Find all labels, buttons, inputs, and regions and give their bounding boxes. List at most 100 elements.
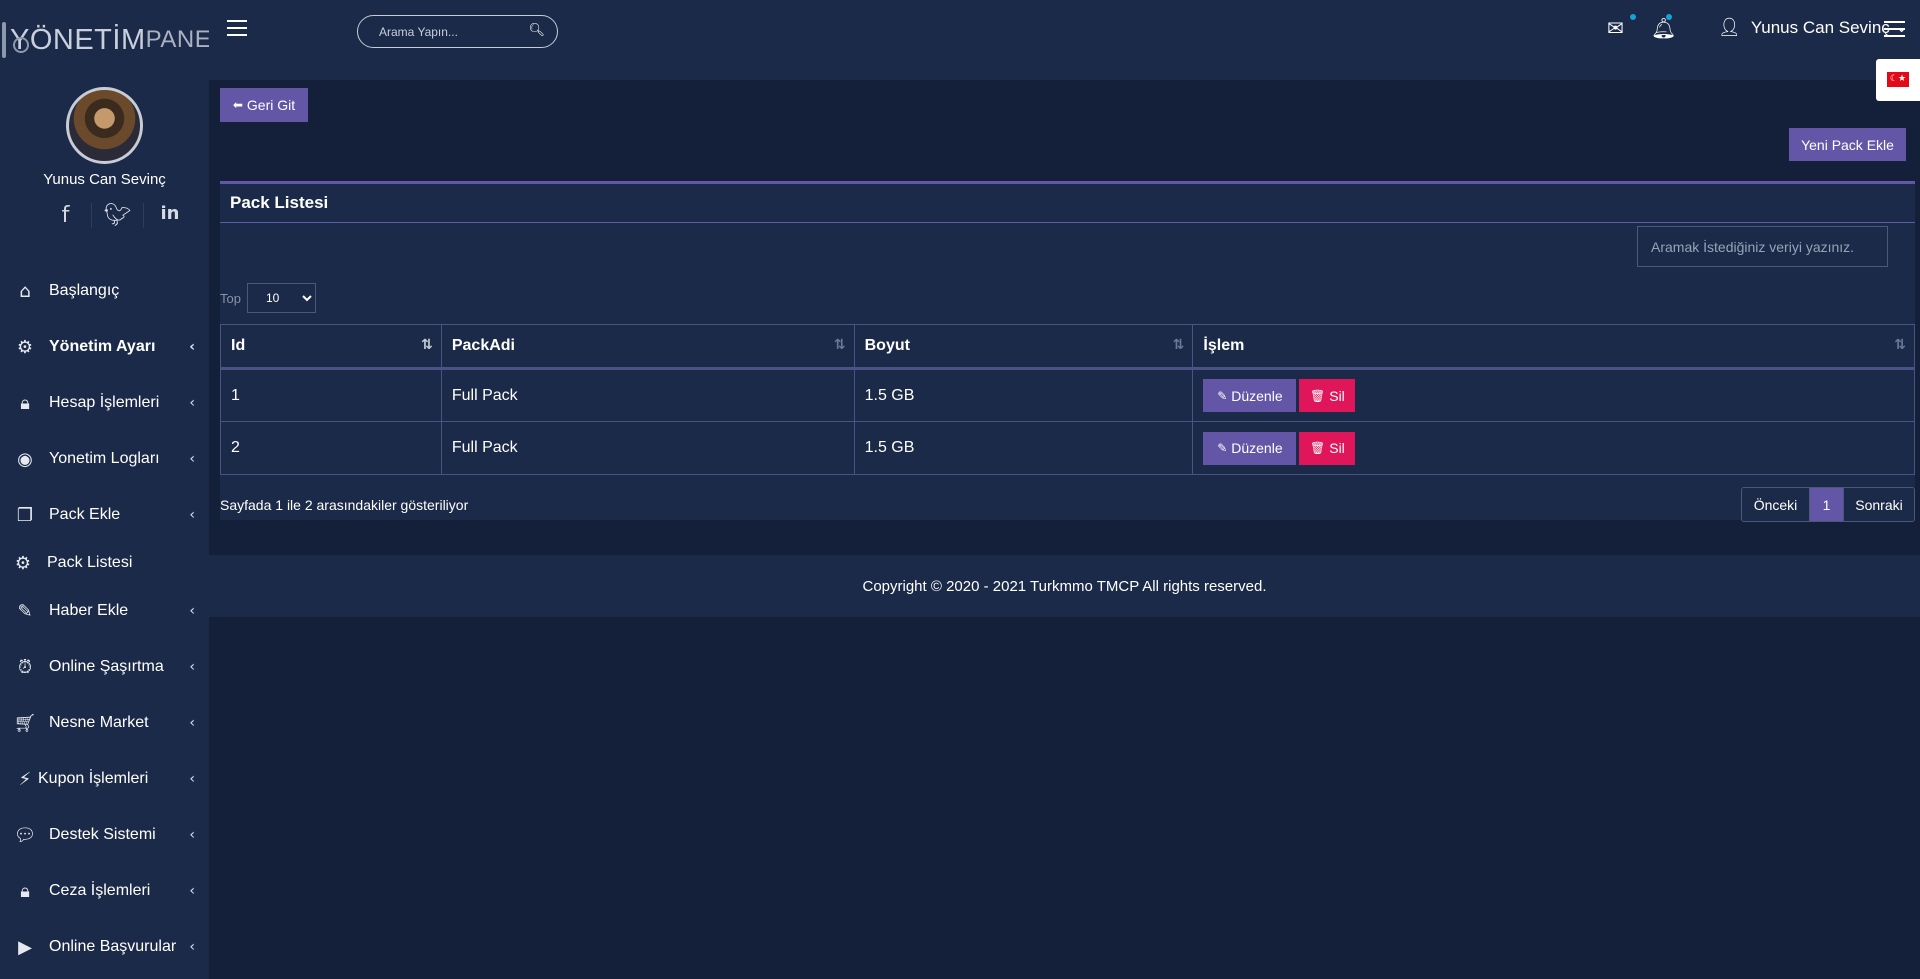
table-header-row: Id ⇅ PackAdi ⇅ Boyut ⇅ İşlem ⇅ (220, 324, 1915, 370)
linkedin-icon[interactable]: in (144, 203, 196, 228)
cell-boyut: 1.5 GB (854, 368, 1194, 422)
sidebar-item-label: Online Başvurular (49, 938, 177, 955)
top-header: 🔍︎ ✉ 🔔︎ 👤︎ Yunus Can Sevinç ⌄ (209, 0, 1920, 80)
language-selector[interactable]: ☾★ (1876, 59, 1920, 101)
table-filter-input[interactable] (1637, 226, 1888, 267)
back-button[interactable]: ⬅ Geri Git (220, 88, 308, 122)
menu-icon[interactable] (1884, 21, 1905, 42)
sidebar-item-haber-ekle[interactable]: ✎ Haber Ekle ‹ (0, 583, 209, 639)
cell-boyut: 1.5 GB (854, 421, 1194, 475)
sidebar-item-nesne-market[interactable]: 🛒︎ Nesne Market ‹ (0, 695, 209, 751)
bell-notification-dot (1666, 14, 1672, 20)
youtube-icon: ▶ (18, 936, 32, 958)
sidebar-item-pack-listesi[interactable]: ⚙ Pack Listesi (0, 543, 209, 583)
pagination-prev[interactable]: Önceki (1742, 488, 1810, 521)
sidebar-item-label: Hesap İşlemleri (49, 394, 160, 411)
back-button-label: Geri Git (246, 97, 296, 113)
sidebar-item-yonetim-ayari[interactable]: ⚙ Yönetim Ayarı ‹ (0, 319, 209, 375)
sidebar-user-name: Yunus Can Sevinç (43, 171, 166, 188)
chevron-left-icon: ‹ (189, 603, 195, 619)
sidebar-item-label: Haber Ekle (49, 602, 129, 619)
facebook-icon[interactable]: f (40, 203, 92, 228)
cell-id: 1 (220, 368, 442, 422)
new-pack-button[interactable]: Yeni Pack Ekle (1789, 128, 1906, 161)
pack-list-panel: Pack Listesi Top 10 Id⇅ PackAdi⇅ Boyut⇅ … (220, 181, 1915, 522)
sidebar-item-kupon-islemleri[interactable]: ⚡︎ Kupon İşlemleri ‹ (0, 751, 209, 807)
eye-icon: ◉ (17, 448, 33, 470)
cell-packadi: Full Pack (441, 421, 855, 475)
chevron-left-icon: ‹ (189, 339, 195, 355)
chevron-left-icon: ‹ (189, 715, 195, 731)
sidebar-item-label: Pack Ekle (49, 506, 121, 523)
logo-text-bold: YÖNETİM (10, 23, 146, 56)
gear-icon: ⚙ (16, 336, 34, 358)
sidebar-item-online-sasirtma[interactable]: ⏰︎ Online Şaşırtma ‹ (0, 639, 209, 695)
delete-button[interactable]: 🗑︎ Sil (1299, 379, 1356, 412)
sidebar-item-yonetim-loglari[interactable]: ◉ Yonetim Logları ‹ (0, 431, 209, 487)
chevron-left-icon: ‹ (189, 771, 195, 787)
chevron-left-icon: ‹ (189, 827, 195, 843)
twitter-icon[interactable]: 🐦︎ (92, 203, 144, 228)
sidebar-toggle-icon[interactable] (227, 20, 247, 41)
page-size-select[interactable]: 10 (247, 283, 316, 313)
app-logo[interactable]: YÖNETİM PANELİ (0, 0, 232, 80)
edit-button[interactable]: ✎ Düzenle (1203, 379, 1297, 412)
social-links: f 🐦︎ in (40, 203, 196, 228)
sort-asc-icon: ⇅ (421, 337, 433, 353)
copyright-text: Copyright © 2020 - 2021 Turkmmo TMCP All… (862, 577, 1267, 595)
turkish-flag-icon: ☾★ (1887, 72, 1909, 87)
table-row: 1 Full Pack 1.5 GB ✎ Düzenle 🗑︎ Sil (220, 368, 1915, 422)
table-info: Sayfada 1 ile 2 arasındakiler gösteriliy… (220, 497, 469, 513)
column-header-boyut[interactable]: Boyut ⇅ (854, 324, 1194, 370)
edit-button[interactable]: ✎ Düzenle (1203, 431, 1297, 465)
bell-icon[interactable]: 🔔︎ (1651, 16, 1676, 40)
sidebar-item-baslangic[interactable]: ⌂ Başlangıç (0, 263, 209, 319)
sidebar-item-ceza-islemleri[interactable]: 🔒︎ Ceza İşlemleri ‹ (0, 863, 209, 919)
sort-icon: ⇅ (1172, 337, 1185, 353)
sidebar-menu: ⌂ Başlangıç ⚙ Yönetim Ayarı ‹ 🔒︎ Hesap İ… (0, 263, 209, 975)
sidebar-item-label: Yönetim Ayarı (49, 338, 156, 355)
sidebar-item-hesap-islemleri[interactable]: 🔒︎ Hesap İşlemleri ‹ (0, 375, 209, 431)
arrow-left-circle-icon: ⬅ (232, 98, 243, 112)
cell-packadi: Full Pack (441, 368, 855, 422)
edit-icon: ✎ (1217, 441, 1228, 455)
footer: Copyright © 2020 - 2021 Turkmmo TMCP All… (209, 555, 1920, 617)
pagination: Önceki 1 Sonraki (1741, 487, 1915, 522)
column-header-id[interactable]: Id ⇅ (220, 324, 442, 370)
edit-icon: ✎ (1217, 388, 1228, 403)
sidebar-item-label: Kupon İşlemleri (38, 770, 149, 787)
mail-notification-dot (1630, 14, 1636, 20)
pagination-next[interactable]: Sonraki (1843, 488, 1914, 521)
column-header-packadi[interactable]: PackAdi ⇅ (441, 324, 855, 370)
column-header-islem[interactable]: İşlem ⇅ (1192, 324, 1915, 370)
header-user-name: Yunus Can Sevinç (1750, 17, 1890, 37)
chevron-left-icon: ‹ (189, 939, 195, 955)
logo-icon (2, 22, 29, 58)
sidebar-item-pack-ekle[interactable]: ❐ Pack Ekle ‹ (0, 487, 209, 543)
user-menu[interactable]: 👤︎ Yunus Can Sevinç ⌄ (1718, 17, 1908, 38)
user-icon: 👤︎ (1718, 17, 1741, 38)
chevron-left-icon: ‹ (189, 451, 195, 467)
cell-actions: ✎ Düzenle 🗑︎ Sil (1192, 421, 1915, 475)
sidebar-item-destek-sistemi[interactable]: 💬︎ Destek Sistemi ‹ (0, 807, 209, 863)
avatar[interactable] (66, 87, 143, 164)
search-icon[interactable]: 🔍︎ (528, 23, 545, 38)
sort-icon: ⇅ (833, 337, 846, 353)
panel-title: Pack Listesi (220, 184, 1915, 223)
lock-icon: 🔒︎ (20, 880, 30, 902)
gears-icon: ⚙ (14, 552, 32, 574)
sidebar-item-online-basvurular[interactable]: ▶ Online Başvurular ‹ (0, 919, 209, 975)
sidebar: YÖNETİM PANELİ Yunus Can Sevinç f 🐦︎ in … (0, 0, 232, 979)
page-size-label: Top (220, 291, 241, 306)
sidebar-item-label: Ceza İşlemleri (49, 882, 151, 899)
search-input[interactable] (358, 24, 518, 39)
mail-icon[interactable]: ✉ (1607, 16, 1624, 40)
delete-button[interactable]: 🗑︎ Sil (1299, 431, 1356, 465)
pagination-page-1[interactable]: 1 (1810, 488, 1843, 521)
copy-icon: ❐ (16, 504, 34, 526)
lock-icon: 🔒︎ (20, 392, 30, 414)
cell-actions: ✎ Düzenle 🗑︎ Sil (1192, 368, 1915, 422)
home-icon: ⌂ (19, 280, 31, 302)
trash-icon: 🗑︎ (1310, 441, 1326, 455)
edit-icon: ✎ (17, 600, 33, 622)
